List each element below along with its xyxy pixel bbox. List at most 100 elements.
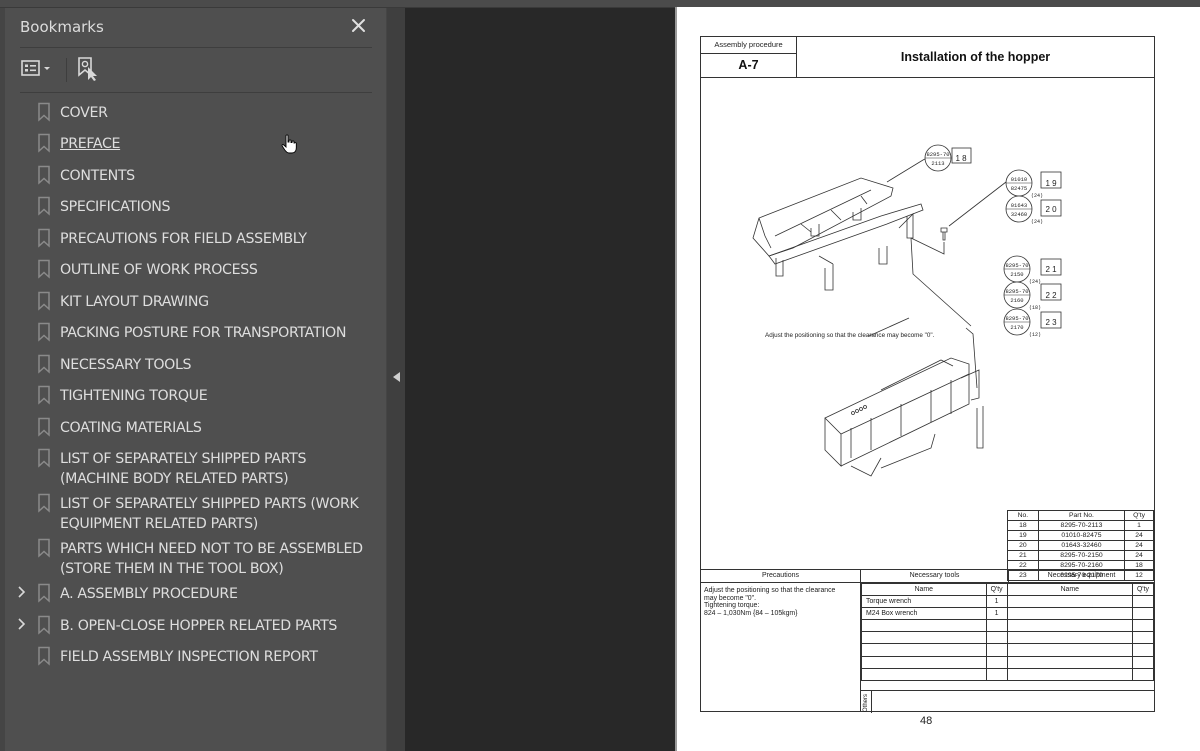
equipment-name [1006,619,1133,633]
bookmarks-toolbar [20,55,372,85]
parts-table-cell: 19 [1007,530,1039,541]
parts-table-cell: 24 [1124,550,1154,561]
tool-name: M24 Box wrench [861,607,987,621]
grid-header: Name [861,582,987,597]
bookmark-label: SPECIFICATIONS [60,199,171,215]
bookmark-label: B. OPEN-CLOSE HOPPER RELATED PARTS [60,618,338,634]
bookmark-icon [38,291,50,311]
parts-table-cell: 01010-82475 [1037,530,1126,541]
collapse-panel-arrow-icon[interactable] [393,372,400,382]
parts-table-cell: 24 [1124,540,1154,551]
precautions-line: Tightening torque: [704,602,760,609]
callout-number: 1 9 [1045,179,1057,188]
chevron-right-icon[interactable] [17,585,27,599]
bookmark-label: FIELD ASSEMBLY INSPECTION REPORT [60,649,318,665]
precautions-text: Adjust the positioning so that the clear… [704,587,859,617]
equipment-qty [1131,619,1155,633]
bookmark-icon [38,228,50,248]
callout-part-top: 8295-70 [1005,288,1028,295]
tool-qty [985,643,1008,657]
tool-qty [985,655,1008,669]
tool-qty [985,619,1008,633]
bookmark-label: LIST OF SEPARATELY SHIPPED PARTS (WORK E… [60,496,359,532]
find-current-bookmark-button[interactable] [75,55,101,83]
bookmark-label: PRECAUTIONS FOR FIELD ASSEMBLY [60,231,307,247]
parts-table-header: Part No. [1037,510,1126,521]
equipment-name [1006,607,1133,621]
bookmark-icon [38,646,50,666]
necessary-tools-header: Necessary tools [861,570,1009,583]
document-viewer-background [405,8,675,751]
tool-row [861,619,1155,633]
pdf-page: Assembly procedure A-7 Installation of t… [675,7,1200,751]
panel-splitter[interactable] [386,8,406,751]
bookmark-icon [38,385,50,405]
bookmark-label: PREFACE [60,136,121,152]
parts-table-cell: 8295-70-2150 [1037,550,1126,561]
grid-header: Q'ty [1131,582,1155,597]
callout-number: 1 8 [955,154,967,163]
bookmark-label: CONTENTS [60,168,135,184]
necessary-equipment-header: Necessary equipment [1009,570,1154,583]
page-number: 48 [920,715,933,727]
equipment-name [1006,595,1133,609]
bookmark-label: OUTLINE OF WORK PROCESS [60,262,258,278]
equipment-qty [1131,655,1155,669]
bookmark-label: A. ASSEMBLY PROCEDURE [60,586,238,602]
tool-row [861,631,1155,645]
equipment-name [1006,631,1133,645]
tools-equipment-table: Name Q'ty Name Q'ty Torque wrench 1 M24 Box w… [861,582,1155,681]
bookmark-label: PACKING POSTURE FOR TRANSPORTATION [60,325,347,341]
divider [20,92,372,93]
bookmark-icon [38,448,50,468]
chevron-right-icon[interactable] [17,617,27,631]
requirements-section: Precautions Adjust the positioning so th… [701,569,1155,713]
tool-name [861,655,987,669]
assembly-sheet: Assembly procedure A-7 Installation of t… [700,36,1155,713]
tool-qty [985,631,1008,645]
bookmark-icon [38,615,50,635]
parts-table-cell: 20 [1007,540,1039,551]
equipment-qty [1131,631,1155,645]
callout-qty: (24) [1031,219,1043,225]
bookmarks-panel: Bookmarks COVER PREFACE CONTENTS SPECIFI… [5,8,386,751]
tool-qty: 1 [985,595,1008,609]
bookmark-icon [38,259,50,279]
tool-name [861,631,987,645]
parts-table-cell: 01643-32460 [1037,540,1126,551]
parts-table-cell: 21 [1007,550,1039,561]
parts-table-cell: 1 [1124,520,1154,531]
tool-row [861,655,1155,669]
callout-qty: (12) [1029,332,1041,338]
callout-part-bottom: 2170 [1010,324,1023,331]
callout-part-top: 01010 [1011,176,1028,183]
bookmark-label: TIGHTENING TORQUE [60,388,208,404]
callout-qty: (18) [1029,305,1041,311]
parts-table-header: No. [1007,510,1039,521]
tool-qty: 1 [985,607,1008,621]
close-icon [352,19,365,32]
precautions-line: Adjust the positioning so that the clear… [704,587,836,594]
close-panel-button[interactable] [348,15,370,37]
callout-part-top: 8295-70 [1005,315,1028,322]
callout-number: 2 0 [1045,205,1057,214]
bookmark-label: KIT LAYOUT DRAWING [60,294,209,310]
bookmark-icon [38,417,50,437]
bookmark-options-button[interactable] [20,57,56,81]
bookmark-label: LIST OF SEPARATELY SHIPPED PARTS (MACHIN… [60,451,307,487]
bookmark-label: COVER [60,105,108,121]
precautions-line: 824 – 1,030Nm {84 – 105kgm} [704,609,798,617]
callout-part-top: 01643 [1011,202,1028,209]
drawing-note: Adjust the positioning so that the clear… [765,332,935,339]
bookmark-icon [38,583,50,603]
tool-qty [985,667,1008,681]
callout-part-bottom: 82475 [1011,185,1028,192]
equipment-name [1006,655,1133,669]
parts-table-header: Q'ty [1124,510,1154,521]
callout-number: 2 1 [1045,265,1057,274]
bookmark-label: PARTS WHICH NEED NOT TO BE ASSEMBLED (ST… [60,541,363,577]
tool-row: M24 Box wrench 1 [861,607,1155,621]
bookmark-icon [38,493,50,513]
tool-name [861,643,987,657]
tool-name: Torque wrench [861,595,987,609]
